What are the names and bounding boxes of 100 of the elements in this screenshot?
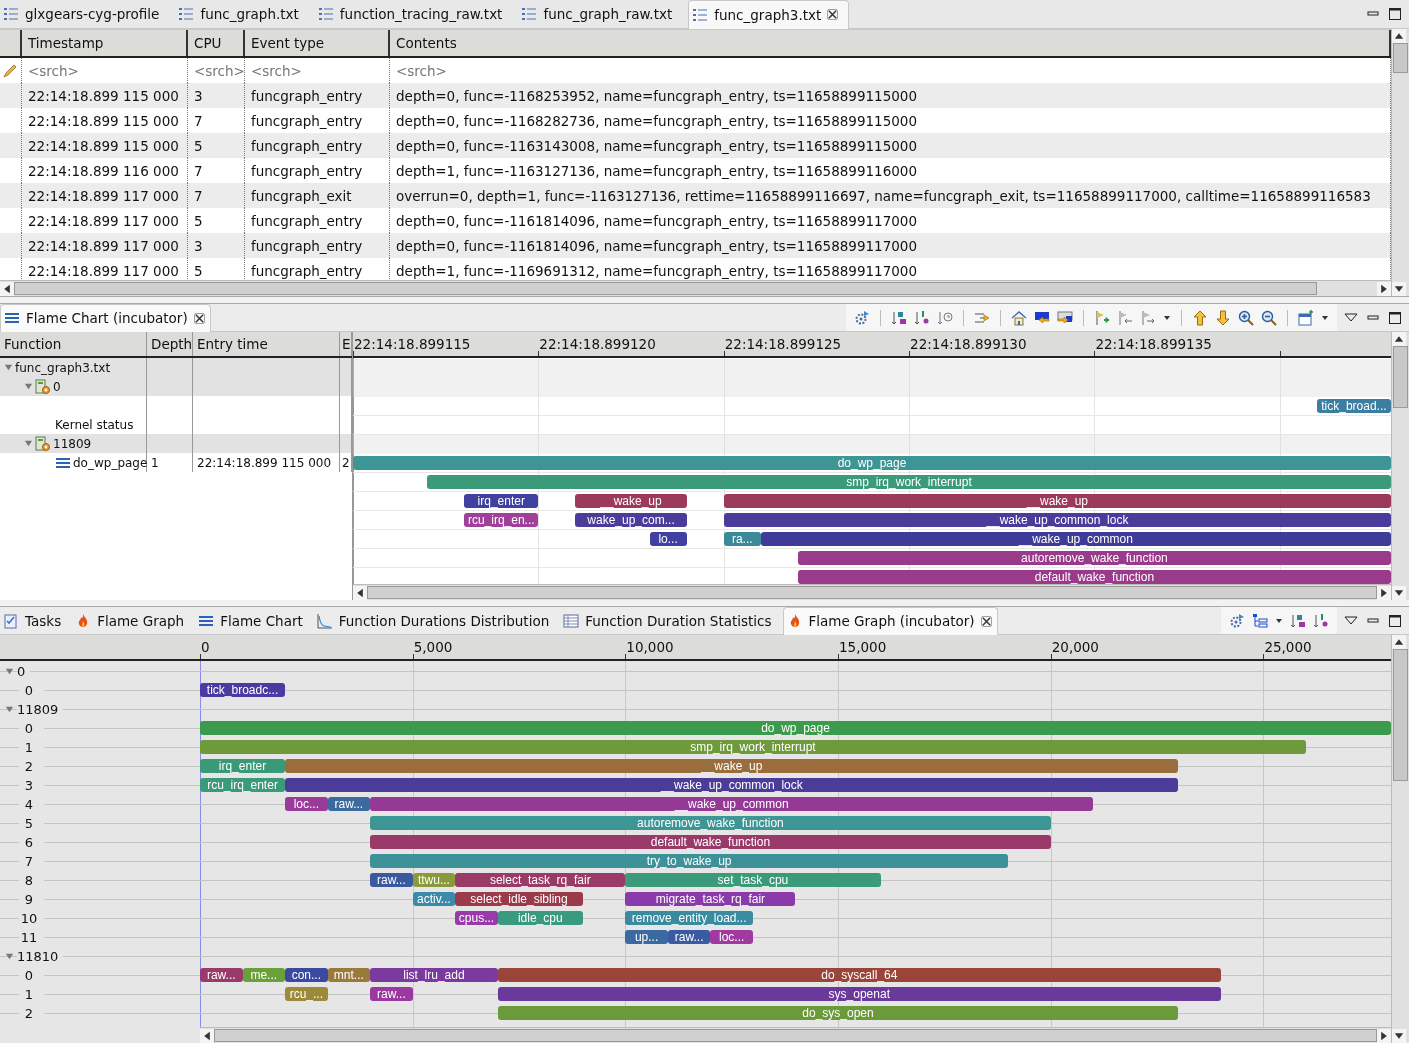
function-bar[interactable]: wake_up_com... (575, 513, 687, 527)
tree-row[interactable]: do_wp_page 1 22:14:18.899 115 000 2 (0, 453, 352, 472)
editor-tab[interactable]: func_graph_raw.txt (518, 0, 683, 28)
function-bar[interactable]: activ... (412, 892, 456, 906)
function-bar[interactable]: loc... (710, 930, 753, 944)
search-filter-field[interactable]: <srch> (194, 62, 245, 79)
table-row[interactable]: 22:14:18.899 115 000 5 funcgraph_entry depth=0, func=-1163143008, name=funcgraph_entry, ts=11658899115000 (0, 133, 1391, 158)
expand-toggle[interactable] (4, 363, 13, 372)
function-bar[interactable]: do_wp_page (200, 721, 1391, 735)
maximize-icon[interactable] (1387, 612, 1403, 629)
function-bar[interactable]: __wake_up_common (370, 797, 1094, 811)
vertical-scrollbar[interactable] (1391, 29, 1409, 296)
function-bar[interactable]: list_lru_add (370, 968, 498, 982)
function-bar[interactable]: __wake_up (723, 494, 1391, 508)
scroll-thumb[interactable] (367, 586, 1377, 599)
scroll-thumb[interactable] (214, 1029, 1377, 1042)
horizontal-scrollbar[interactable] (0, 280, 1391, 296)
expand-toggle[interactable] (5, 667, 14, 676)
arrow-up-icon[interactable] (1192, 309, 1208, 326)
function-bar[interactable]: do_wp_page (353, 456, 1391, 470)
function-bar[interactable]: cpus... (455, 911, 498, 925)
sort-alpha-icon[interactable] (891, 309, 907, 326)
tree-row[interactable]: 11809 (0, 434, 352, 453)
sort-numeric-icon[interactable] (1313, 612, 1329, 629)
function-bar[interactable]: migrate_task_rq_fair (625, 892, 796, 906)
close-icon[interactable] (980, 615, 992, 627)
tree-row[interactable]: func_graph3.txt (0, 358, 352, 377)
function-bar[interactable]: remove_entity_load... (625, 911, 753, 925)
expand-toggle[interactable] (24, 439, 33, 448)
gear-icon[interactable] (854, 309, 870, 326)
vertical-scrollbar[interactable] (1391, 332, 1409, 600)
function-bar[interactable]: default_wake_function (370, 835, 1051, 849)
function-bar[interactable]: select_task_rq_fair (455, 873, 626, 887)
function-bar[interactable]: sys_openat (497, 987, 1221, 1001)
column-header[interactable]: Event type (245, 30, 390, 56)
function-bar[interactable]: __wake_up_common (760, 532, 1391, 546)
column-header[interactable]: Function (0, 332, 147, 356)
tree-list-icon[interactable] (1252, 612, 1268, 629)
arrow-right-icon[interactable] (1057, 309, 1073, 326)
horizontal-scrollbar[interactable] (200, 1027, 1391, 1043)
function-bar[interactable]: raw... (370, 987, 413, 1001)
arrow-down-icon[interactable] (1215, 309, 1231, 326)
vertical-scrollbar[interactable] (1391, 635, 1409, 1043)
function-bar[interactable]: tick_broad... (1316, 399, 1391, 413)
function-bar[interactable]: __wake_up_common_lock (285, 778, 1179, 792)
function-bar[interactable]: do_syscall_64 (497, 968, 1221, 982)
function-bar[interactable]: __wake_up_common_lock (723, 513, 1391, 527)
tree-item[interactable]: 0 (53, 379, 61, 394)
column-header[interactable]: Timestamp (22, 30, 188, 56)
sort-numeric-icon[interactable] (914, 309, 930, 326)
flag-plus-icon[interactable] (1094, 309, 1110, 326)
function-bar[interactable]: con... (285, 968, 328, 982)
function-bar[interactable]: rcu_irq_en... (464, 513, 539, 527)
close-icon[interactable] (193, 312, 205, 324)
new-window-icon[interactable] (1298, 309, 1314, 326)
sort-clock-icon[interactable] (937, 309, 953, 326)
search-filter-field[interactable]: <srch> (251, 62, 302, 79)
function-bar[interactable]: up... (625, 930, 668, 944)
function-bar[interactable]: mnt... (327, 968, 371, 982)
sort-alpha-icon[interactable] (1290, 612, 1306, 629)
editor-tab[interactable]: func_graph3.txt (688, 0, 850, 29)
view-tab[interactable]: Function Durations Distribution (313, 607, 555, 634)
view-tab[interactable]: Flame Graph (incubator) (782, 606, 998, 635)
tree-row[interactable]: 0 (0, 377, 352, 396)
column-header[interactable]: Depth (147, 332, 193, 356)
function-bar[interactable]: tick_broadc... (200, 683, 286, 697)
column-header[interactable]: E (340, 332, 352, 356)
dropdown-icon[interactable] (1321, 313, 1329, 322)
function-bar[interactable]: __wake_up (575, 494, 687, 508)
editor-tab[interactable]: func_graph.txt (175, 0, 309, 28)
expand-toggle[interactable] (5, 705, 14, 714)
scroll-thumb[interactable] (1393, 346, 1408, 408)
home-icon[interactable] (1011, 309, 1027, 326)
scroll-thumb[interactable] (1393, 43, 1408, 73)
function-bar[interactable]: try_to_wake_up (370, 854, 1009, 868)
gear-icon[interactable] (1229, 612, 1245, 629)
function-bar[interactable]: select_idle_sibling (455, 892, 583, 906)
scroll-thumb[interactable] (14, 282, 1317, 295)
tree-item[interactable]: func_graph3.txt (15, 360, 111, 375)
view-tab[interactable]: Tasks (0, 607, 67, 634)
search-filter-field[interactable]: <srch> (396, 62, 447, 79)
table-row[interactable]: 22:14:18.899 115 000 3 funcgraph_entry depth=0, func=-1168253952, name=funcgraph_entry, ts=11658899115000 (0, 83, 1391, 108)
expand-toggle[interactable] (5, 952, 14, 961)
function-bar[interactable]: default_wake_function (797, 570, 1391, 584)
function-bar[interactable]: raw... (370, 873, 413, 887)
function-bar[interactable]: autoremove_wake_function (797, 551, 1391, 565)
dropdown-icon[interactable] (1163, 313, 1171, 322)
function-bar[interactable]: raw... (667, 930, 711, 944)
arrow-left-icon[interactable] (1034, 309, 1050, 326)
tree-item[interactable]: 11809 (53, 436, 92, 451)
function-bar[interactable]: raw... (327, 797, 371, 811)
table-row[interactable]: 22:14:18.899 117 000 7 funcgraph_exit overrun=0, depth=1, func=-1163127136, rettime=11658899116697, name=funcgraph_exit, ts=11658899117000, calltime=11658899116583 (0, 183, 1391, 208)
close-icon[interactable] (827, 9, 839, 20)
function-bar[interactable]: lo... (649, 532, 687, 546)
maximize-icon[interactable] (1387, 309, 1403, 326)
tree-item[interactable]: do_wp_page (73, 455, 148, 470)
function-bar[interactable]: __wake_up (285, 759, 1179, 773)
function-bar[interactable]: raw... (200, 968, 243, 982)
view-tab[interactable]: Flame Chart (incubator) (0, 303, 211, 332)
search-filter-field[interactable]: <srch> (28, 62, 79, 79)
